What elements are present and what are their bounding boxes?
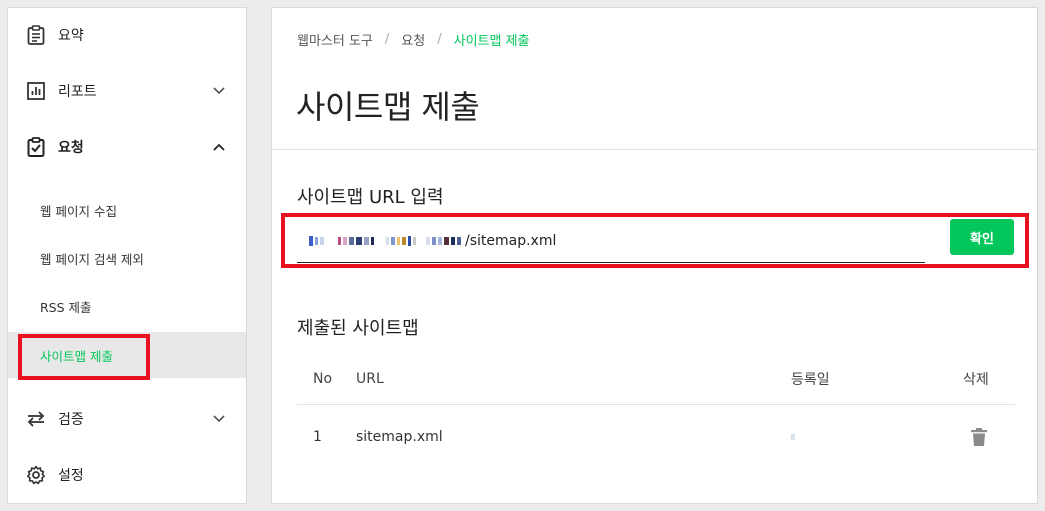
breadcrumb: 웹마스터 도구 / 요청 / 사이트맵 제출	[297, 30, 530, 49]
chevron-down-icon[interactable]	[212, 413, 226, 425]
sidebar-item-label: 요청	[58, 140, 84, 156]
sidebar-subitem-label: 사이트맵 제출	[40, 348, 113, 364]
trash-icon[interactable]	[970, 427, 988, 447]
sidebar-item-label: 설정	[58, 468, 84, 484]
sidebar-subitem-page-exclude[interactable]: 웹 페이지 검색 제외	[8, 235, 246, 281]
chevron-up-icon[interactable]	[212, 141, 226, 153]
sidebar-item-request[interactable]: 요청	[8, 124, 246, 170]
breadcrumb-item-current: 사이트맵 제출	[453, 34, 530, 49]
breadcrumb-item-request[interactable]: 요청	[401, 30, 425, 49]
sidebar-item-verify[interactable]: 검증	[8, 396, 246, 442]
sitemap-url-field[interactable]	[297, 219, 925, 263]
sidebar-item-label: 검증	[58, 412, 84, 428]
clipboard-icon	[26, 25, 46, 45]
confirm-button[interactable]: 확인	[950, 219, 1014, 255]
submitted-sitemaps-label: 제출된 사이트맵	[297, 318, 419, 339]
sidebar-subitem-label: 웹 페이지 검색 제외	[40, 251, 144, 267]
breadcrumb-separator: /	[384, 32, 390, 47]
sidebar-subitem-sitemap-submit[interactable]: 사이트맵 제출	[8, 332, 246, 378]
clipboard-check-icon	[26, 137, 46, 157]
divider	[272, 149, 1037, 150]
sidebar-item-label: 리포트	[58, 84, 97, 100]
blurred-domain	[309, 234, 463, 248]
row-no: 1	[313, 429, 322, 445]
sidebar-subitem-page-collect[interactable]: 웹 페이지 수집	[8, 187, 246, 233]
sidebar-subitem-rss-submit[interactable]: RSS 제출	[8, 283, 246, 329]
page-title: 사이트맵 제출	[296, 88, 480, 126]
swap-arrows-icon	[26, 409, 46, 429]
main-panel: 웹마스터 도구 / 요청 / 사이트맵 제출 사이트맵 제출 사이트맵 URL …	[271, 7, 1038, 504]
column-header-date: 등록일	[791, 371, 830, 388]
bar-chart-icon	[26, 81, 46, 101]
sidebar: 요약 리포트 요청 웹 페이지 수집 웹 페이지 검색 제외 RSS 제출 사이…	[7, 7, 247, 504]
column-header-delete: 삭제	[963, 371, 989, 388]
breadcrumb-item-webmaster-tools[interactable]: 웹마스터 도구	[297, 30, 373, 49]
sitemap-url-label: 사이트맵 URL 입력	[297, 187, 444, 208]
sidebar-item-label: 요약	[58, 28, 84, 44]
sidebar-subitem-label: 웹 페이지 수집	[40, 203, 117, 219]
sitemap-url-input[interactable]	[465, 232, 665, 249]
sidebar-item-settings[interactable]: 설정	[8, 452, 246, 498]
sidebar-item-summary[interactable]: 요약	[8, 12, 246, 58]
sidebar-item-report[interactable]: 리포트	[8, 68, 246, 114]
table-header: No URL 등록일 삭제	[297, 353, 1015, 405]
row-url: sitemap.xml	[356, 429, 443, 445]
column-header-no: No	[313, 370, 333, 387]
sidebar-subitem-label: RSS 제출	[40, 299, 92, 315]
gear-icon	[26, 465, 46, 485]
table-row: 1 sitemap.xml	[297, 406, 1015, 468]
chevron-down-icon[interactable]	[212, 85, 226, 97]
column-header-url: URL	[356, 370, 384, 387]
breadcrumb-separator: /	[437, 32, 442, 47]
